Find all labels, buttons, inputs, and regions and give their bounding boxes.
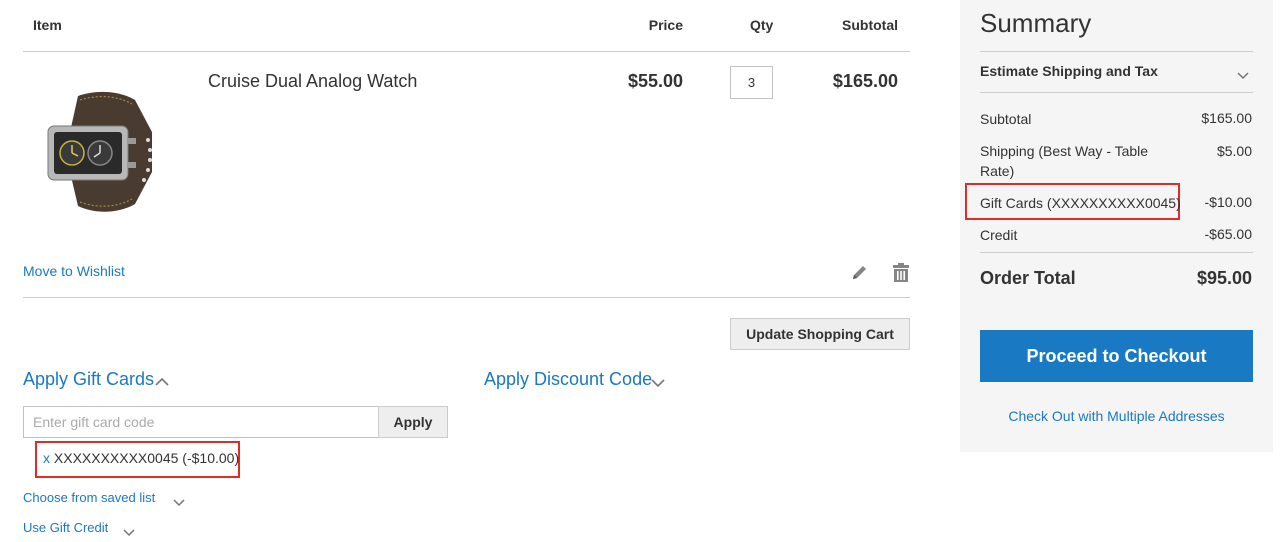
apply-discount-code-toggle[interactable]: Apply Discount Code [484, 369, 652, 390]
chevron-down-icon[interactable] [123, 524, 135, 542]
summary-shipping-value: $5.00 [1216, 143, 1252, 159]
order-total-label: Order Total [980, 268, 1076, 288]
column-header-price: Price [648, 17, 683, 33]
product-subtotal: $165.00 [832, 71, 898, 91]
summary-credit-value: -$65.00 [1204, 226, 1252, 242]
trash-icon[interactable] [891, 262, 911, 284]
chevron-down-icon[interactable] [1237, 67, 1249, 85]
product-name[interactable]: Cruise Dual Analog Watch [208, 71, 417, 92]
column-header-qty: Qty [750, 17, 774, 33]
summary-title: Summary [980, 8, 1092, 38]
apply-gift-cards-toggle[interactable]: Apply Gift Cards [23, 369, 154, 390]
remove-gift-card-link[interactable]: x [43, 450, 50, 466]
chevron-down-icon[interactable] [173, 494, 185, 512]
applied-gift-card-text: XXXXXXXXXX0045 (-$10.00) [53, 450, 240, 466]
proceed-to-checkout-button[interactable]: Proceed to Checkout [980, 330, 1253, 382]
move-to-wishlist-link[interactable]: Move to Wishlist [23, 263, 125, 279]
column-header-item: Item [33, 17, 62, 33]
product-image[interactable] [40, 86, 170, 216]
order-total-value: $95.00 [1196, 268, 1252, 288]
column-header-subtotal: Subtotal [842, 17, 898, 33]
update-shopping-cart-button[interactable]: Update Shopping Cart [730, 318, 910, 350]
estimate-shipping-toggle[interactable]: Estimate Shipping and Tax [980, 63, 1158, 79]
summary-divider [980, 92, 1253, 93]
header-divider [23, 51, 910, 52]
item-divider [23, 297, 910, 298]
multiple-addresses-link[interactable]: Check Out with Multiple Addresses [980, 408, 1253, 424]
product-price: $55.00 [627, 71, 683, 91]
qty-value: 3 [747, 75, 756, 90]
summary-divider [980, 51, 1253, 52]
apply-gift-card-button[interactable]: Apply [378, 406, 448, 438]
summary-subtotal-value: $165.00 [1201, 110, 1252, 126]
summary-shipping-label: Shipping (Best Way - Table Rate) [980, 143, 1149, 179]
summary-credit-label: Credit [980, 227, 1018, 243]
chevron-down-icon[interactable] [651, 375, 665, 393]
qty-input[interactable]: 3 [730, 66, 773, 99]
pencil-icon[interactable] [850, 263, 870, 283]
summary-gift-cards-value: -$10.00 [1204, 194, 1252, 210]
summary-divider [980, 252, 1253, 253]
chevron-up-icon[interactable] [155, 374, 169, 392]
gift-card-code-input[interactable] [23, 406, 379, 438]
applied-gift-card: x XXXXXXXXXX0045 (-$10.00) [43, 450, 239, 466]
use-gift-credit-link[interactable]: Use Gift Credit [23, 520, 108, 535]
choose-from-saved-list-link[interactable]: Choose from saved list [23, 490, 155, 505]
summary-gift-cards-label: Gift Cards (XXXXXXXXXX0045) [980, 195, 1181, 211]
summary-subtotal-label: Subtotal [980, 111, 1032, 127]
